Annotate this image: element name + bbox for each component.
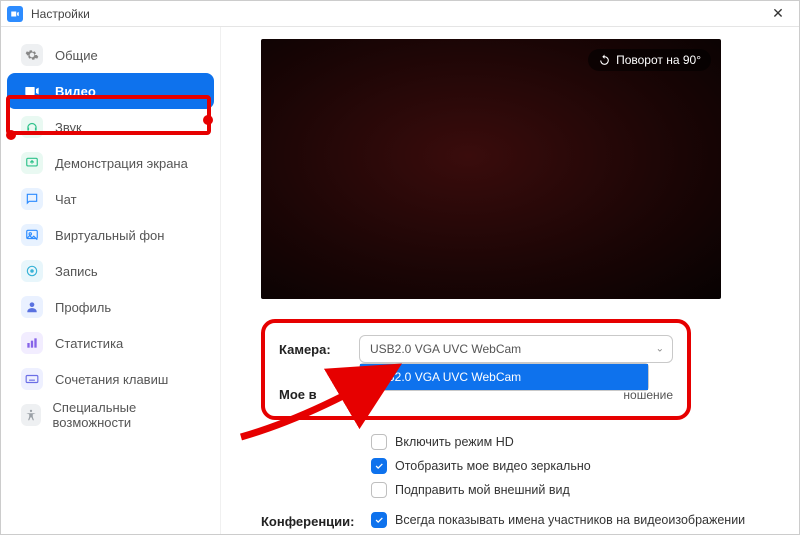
option-show-names[interactable]: Всегда показывать имена участников на ви… [371,508,785,532]
titlebar: Настройки ✕ [1,1,799,27]
sidebar: Общие Видео Звук Демонстрация экрана [1,27,221,534]
option-mirror[interactable]: Отобразить мое видео зеркально [261,454,785,478]
sidebar-item-accessibility[interactable]: Специальные возможности [7,397,214,433]
sidebar-item-label: Специальные возможности [53,400,200,430]
sidebar-item-general[interactable]: Общие [7,37,214,73]
chat-icon [21,188,43,210]
camera-label: Камера: [279,342,359,357]
keyboard-icon [21,368,43,390]
video-options: Включить режим HD Отобразить мое видео з… [261,430,785,502]
camera-select[interactable]: USB2.0 VGA UVC WebCam ⌄ [359,335,673,363]
option-label: Включить режим HD [395,435,514,449]
share-screen-icon [21,152,43,174]
sidebar-item-share[interactable]: Демонстрация экрана [7,145,214,181]
window-title: Настройки [31,7,763,21]
option-label: Подправить мой внешний вид [395,483,570,497]
profile-icon [21,296,43,318]
conference-label: Конференции: [261,508,371,529]
sidebar-item-chat[interactable]: Чат [7,181,214,217]
sidebar-item-stats[interactable]: Статистика [7,325,214,361]
sidebar-item-video[interactable]: Видео [7,73,214,109]
option-touchup[interactable]: Подправить мой внешний вид [261,478,785,502]
sidebar-item-label: Демонстрация экрана [55,156,188,171]
app-icon [7,6,23,22]
sidebar-item-label: Статистика [55,336,123,351]
chevron-down-icon: ⌄ [656,344,664,355]
option-label: Всегда показывать имена участников на ви… [395,513,745,527]
rotate-button[interactable]: Поворот на 90° [588,49,711,71]
stats-icon [21,332,43,354]
close-button[interactable]: ✕ [763,5,793,22]
video-icon [21,80,43,102]
rotate-icon [598,54,611,67]
content-pane: Поворот на 90° Камера: USB2.0 VGA UVC We… [221,27,799,534]
sidebar-item-label: Чат [55,192,77,207]
background-icon [21,224,43,246]
checkbox-unchecked[interactable] [371,434,387,450]
sidebar-item-recording[interactable]: Запись [7,253,214,289]
accessibility-icon [21,404,41,426]
sidebar-item-background[interactable]: Виртуальный фон [7,217,214,253]
myvideo-label: Мое в [279,387,339,402]
rotate-label: Поворот на 90° [616,53,701,67]
checkbox-checked[interactable] [371,458,387,474]
option-label: Отобразить мое видео зеркально [395,459,591,473]
sidebar-item-label: Видео [55,84,96,99]
camera-highlight-box: Камера: USB2.0 VGA UVC WebCam ⌄ USB2.0 V… [261,319,691,420]
sidebar-item-profile[interactable]: Профиль [7,289,214,325]
sidebar-item-label: Виртуальный фон [55,228,164,243]
sidebar-item-label: Сочетания клавиш [55,372,168,387]
sidebar-item-label: Запись [55,264,98,279]
checkbox-unchecked[interactable] [371,482,387,498]
camera-dropdown: USB2.0 VGA UVC WebCam [359,363,649,391]
option-hd[interactable]: Включить режим HD [261,430,785,454]
gear-icon [21,44,43,66]
sidebar-item-shortcuts[interactable]: Сочетания клавиш [7,361,214,397]
headphones-icon [21,116,43,138]
conference-options: Конференции: Всегда показывать имена уча… [261,508,785,534]
checkbox-checked[interactable] [371,512,387,528]
sidebar-item-label: Звук [55,120,82,135]
record-icon [21,260,43,282]
video-preview: Поворот на 90° [261,39,721,299]
sidebar-item-label: Общие [55,48,98,63]
sidebar-item-label: Профиль [55,300,111,315]
camera-option[interactable]: USB2.0 VGA UVC WebCam [360,364,648,390]
option-mute-video[interactable]: Выключать мое видео при входе в конферен… [371,532,785,534]
sidebar-item-audio[interactable]: Звук [7,109,214,145]
camera-select-value: USB2.0 VGA UVC WebCam [370,342,521,356]
